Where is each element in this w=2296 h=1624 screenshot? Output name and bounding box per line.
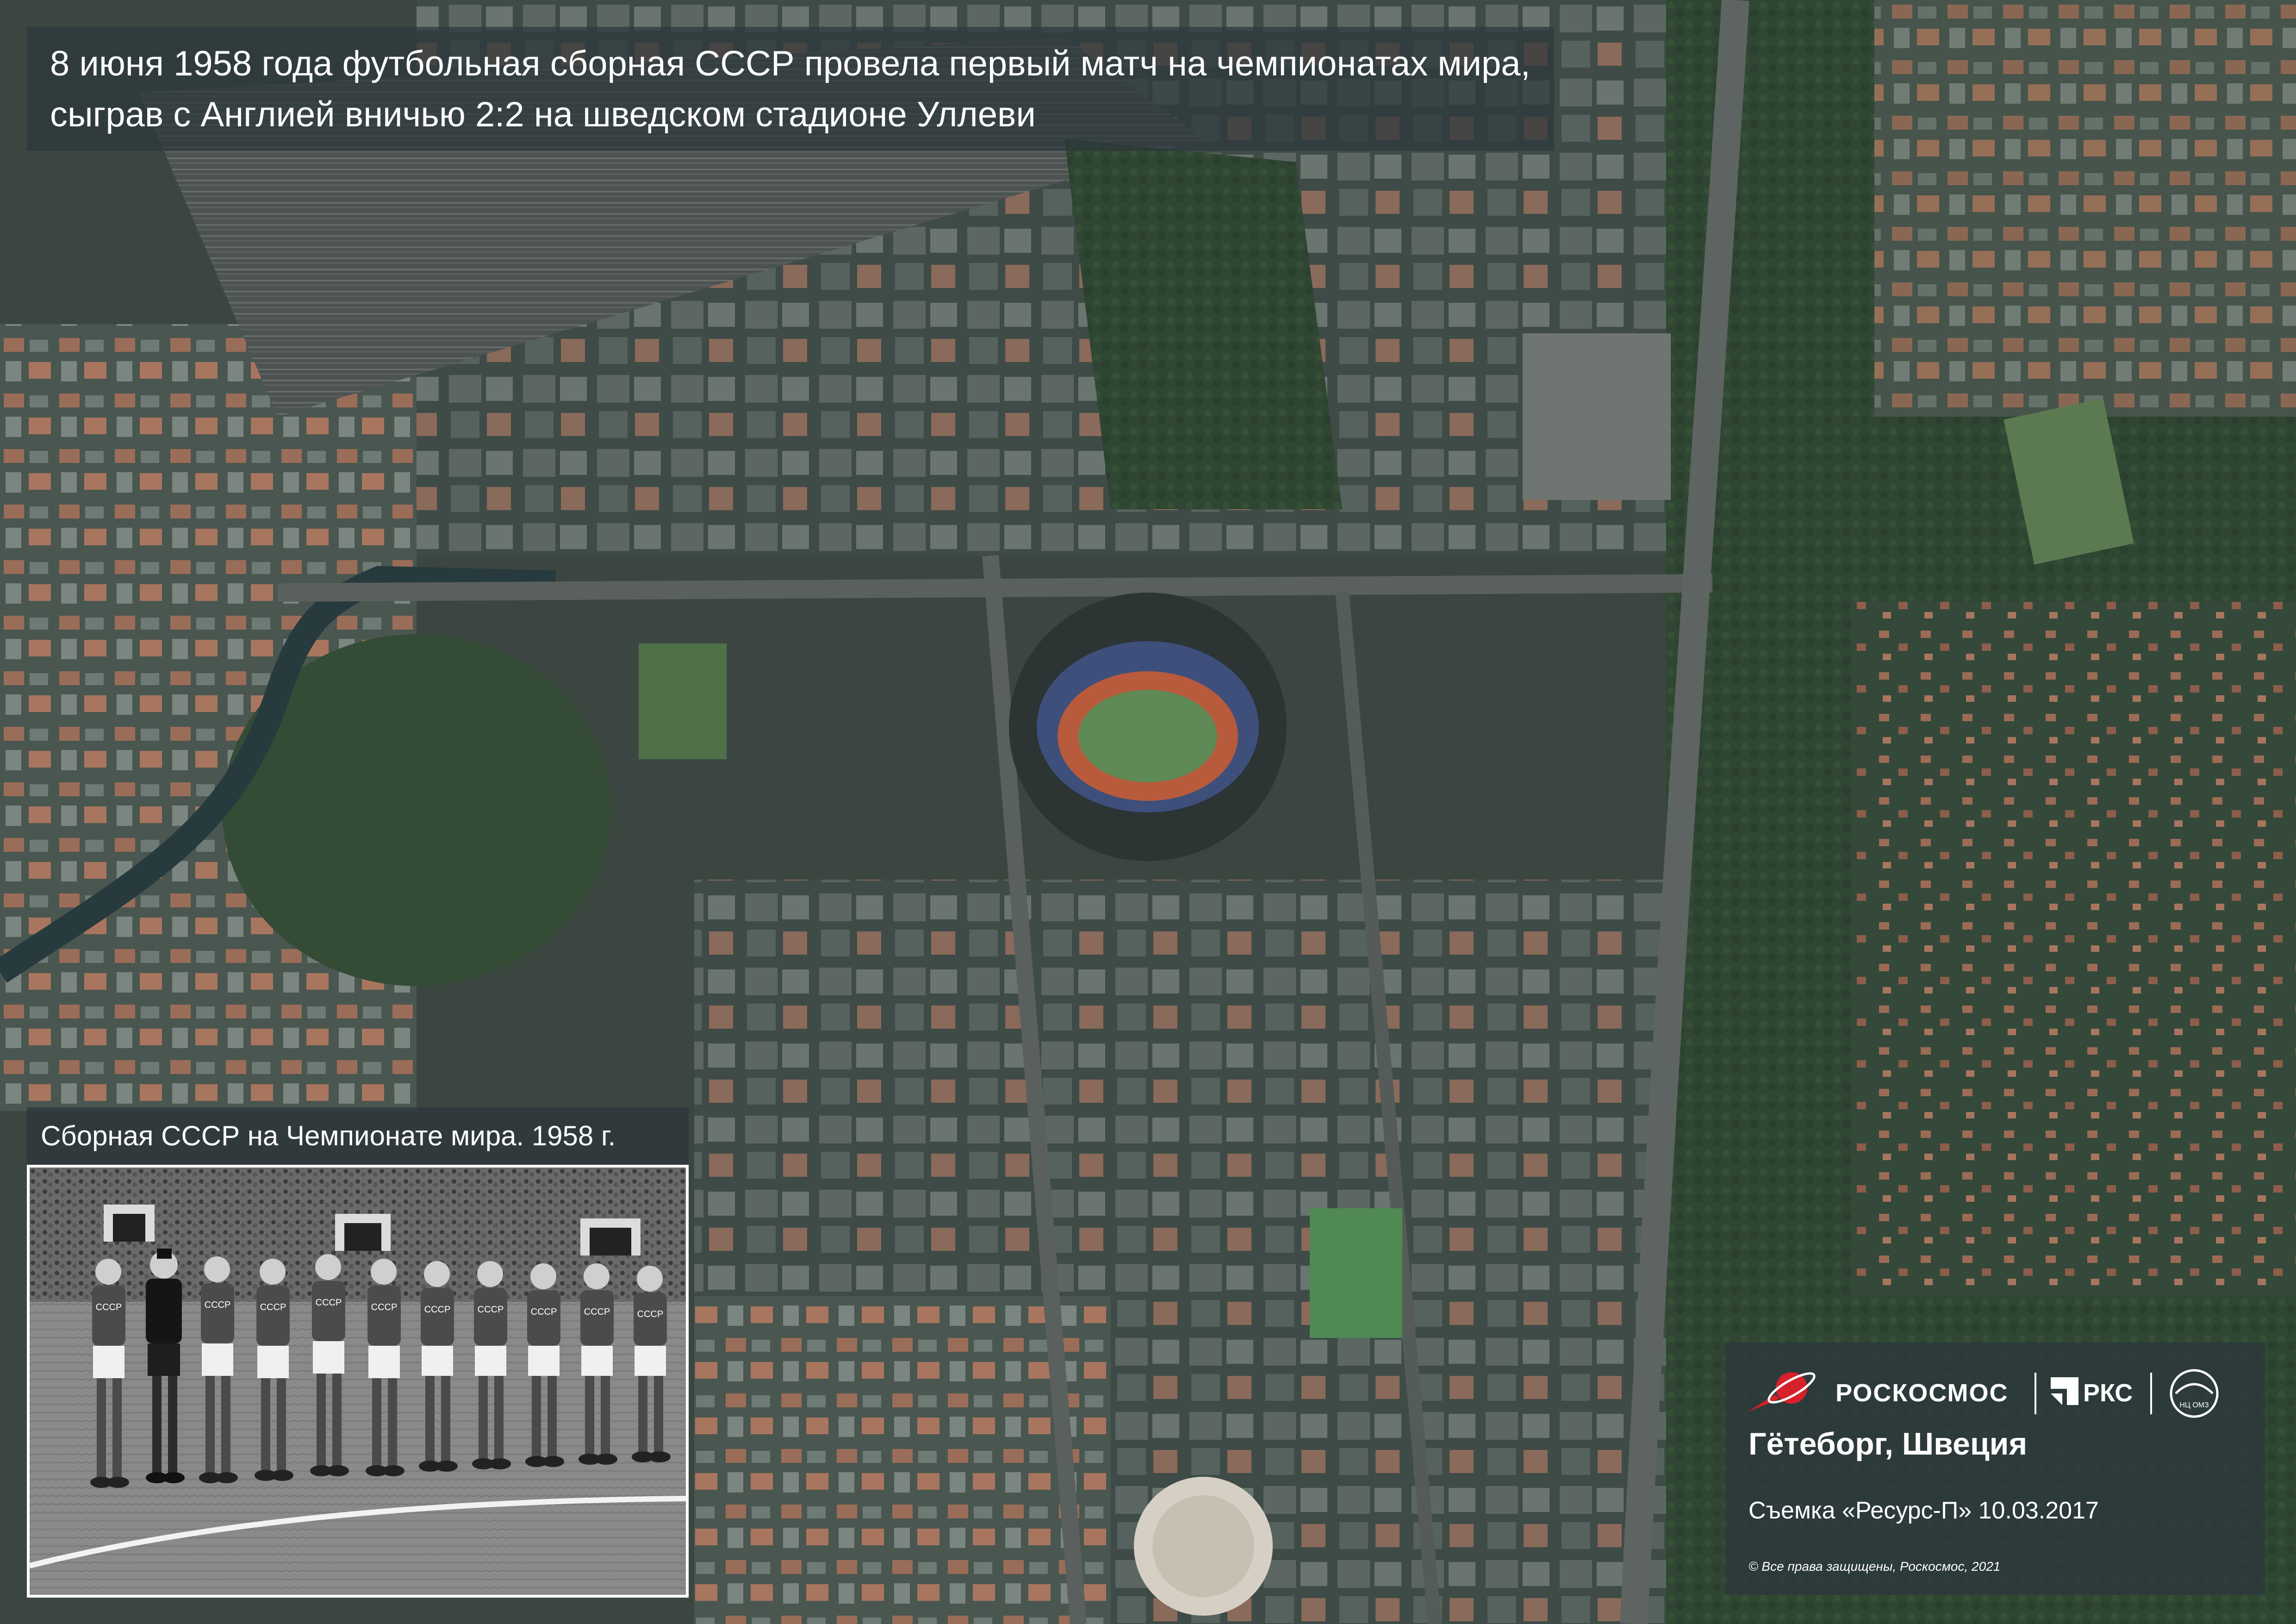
roscosmos-label: РОСКОСМОС [1836, 1379, 2009, 1407]
logo-row: РОСКОСМОС РКС НЦ ОМЗ [1743, 1361, 2252, 1418]
info-panel: РОСКОСМОС РКС НЦ ОМЗ Гётеборг, Швеция Съ… [1725, 1343, 2265, 1595]
caption-banner: 8 июня 1958 года футбольная сборная СССР… [27, 27, 1554, 151]
copyright: © Все права защищены, Роскосмос, 2021 [1748, 1559, 2001, 1574]
survey-info: Съемка «Ресурс-П» 10.03.2017 [1748, 1497, 2099, 1524]
jersey-label: СССР [584, 1307, 610, 1317]
team-photo: СССР СССР СССР СССР СССР СССР СССР СССР … [27, 1165, 689, 1598]
location-title: Гётеборг, Швеция [1748, 1426, 2028, 1462]
jersey-label: СССР [637, 1309, 664, 1319]
caption-line-2: сыграв с Англией вничью 2:2 на шведском … [50, 95, 1036, 134]
jersey-label: СССР [531, 1307, 557, 1317]
rks-label: РКС [2083, 1379, 2133, 1407]
jersey-label: СССР [478, 1305, 504, 1315]
jersey-label: СССР [96, 1302, 122, 1312]
logo-divider [2035, 1373, 2036, 1414]
jersey-label: СССР [424, 1305, 451, 1315]
jersey-label: СССР [371, 1302, 398, 1312]
nco-omz-label: НЦ ОМЗ [2179, 1401, 2209, 1409]
rks-logo-icon [2051, 1377, 2078, 1405]
caption-line-1: 8 июня 1958 года футбольная сборная СССР… [50, 44, 1531, 83]
jersey-label: СССР [205, 1300, 231, 1310]
logo-divider [2150, 1373, 2152, 1414]
nco-omz-logo-icon: НЦ ОМЗ [2170, 1369, 2219, 1418]
roscosmos-logo-icon [1748, 1372, 1816, 1412]
photo-caption: Сборная СССР на Чемпионате мира. 1958 г. [27, 1107, 689, 1165]
jersey-label: СССР [316, 1298, 342, 1308]
jersey-label: СССР [260, 1302, 286, 1312]
